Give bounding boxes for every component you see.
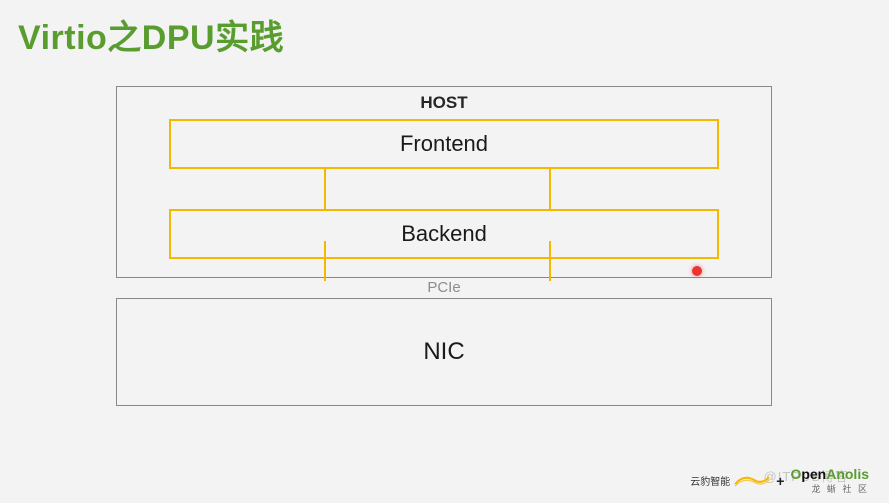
plus-icon: + bbox=[776, 473, 784, 489]
host-label: HOST bbox=[117, 93, 771, 113]
logo-mid: pen bbox=[801, 466, 826, 482]
frontend-label: Frontend bbox=[400, 131, 488, 157]
connector-line bbox=[324, 241, 326, 281]
frontend-backend-connectors bbox=[169, 169, 719, 209]
backend-box: Backend bbox=[169, 209, 719, 259]
slide-title: Virtio之DPU实践 bbox=[18, 10, 284, 59]
swoosh-icon bbox=[734, 474, 770, 488]
connector-line bbox=[549, 241, 551, 281]
logo-letter: O bbox=[790, 466, 801, 482]
backend-label: Backend bbox=[401, 221, 487, 247]
pcie-label: PCIe bbox=[116, 277, 772, 298]
yunbao-logo: 云豹智能 bbox=[690, 473, 770, 488]
host-container: HOST Frontend Backend bbox=[116, 86, 772, 278]
openanolis-logo: OpenAnolis 龙 蜥 社 区 bbox=[790, 466, 869, 495]
nic-label: NIC bbox=[423, 338, 464, 366]
connector-line bbox=[324, 169, 326, 209]
logo-subtext: 龙 蜥 社 区 bbox=[790, 482, 869, 495]
logo-suffix: Anolis bbox=[826, 466, 869, 482]
connector-line bbox=[549, 169, 551, 209]
frontend-box: Frontend bbox=[169, 119, 719, 169]
footer-logos: 云豹智能 + OpenAnolis 龙 蜥 社 区 bbox=[690, 466, 869, 495]
nic-box: NIC bbox=[116, 298, 772, 406]
yunbao-text: 云豹智能 bbox=[690, 473, 730, 488]
architecture-diagram: HOST Frontend Backend PCIe NIC bbox=[116, 86, 772, 406]
